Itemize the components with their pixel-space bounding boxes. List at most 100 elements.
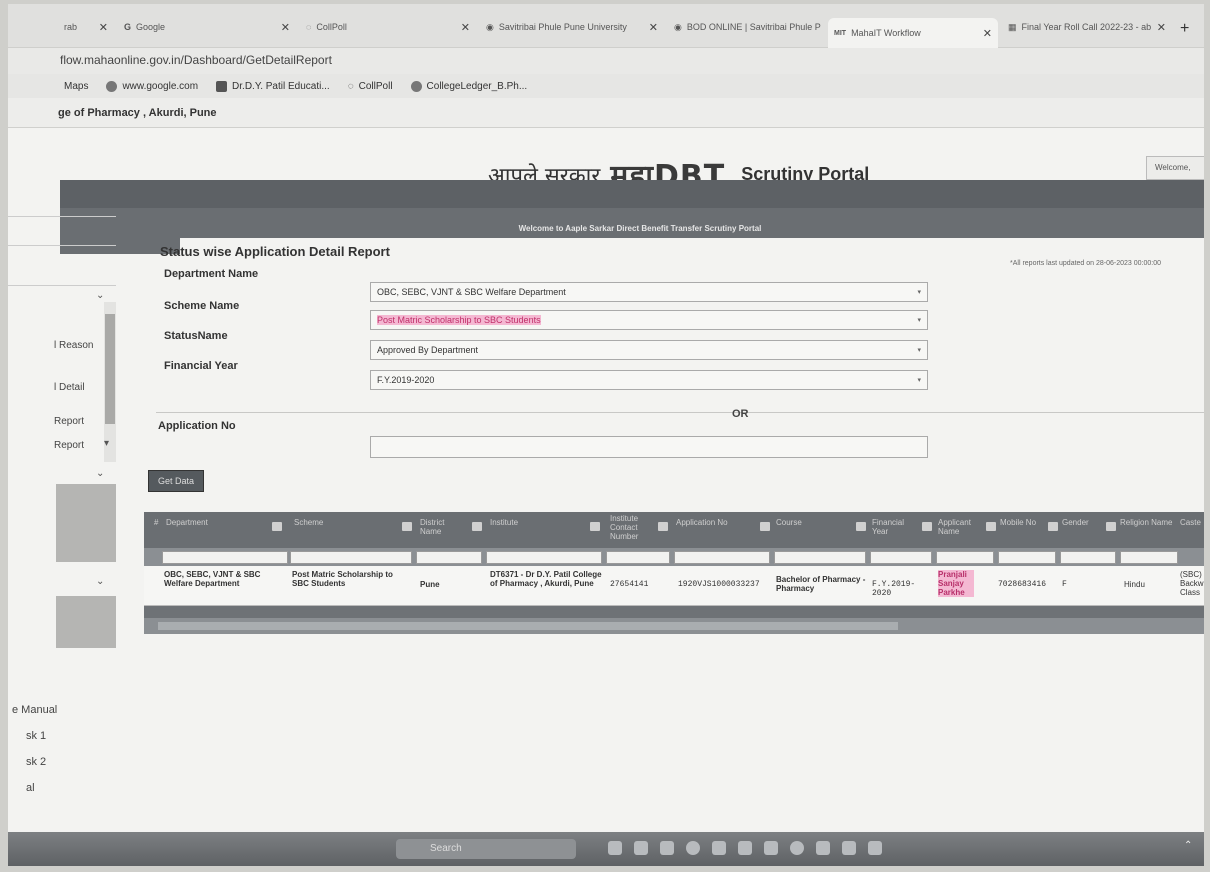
close-icon[interactable]: ✕ xyxy=(983,27,992,40)
tab-google[interactable]: G Google ✕ xyxy=(118,14,296,40)
scheme-select[interactable]: Post Matric Scholarship to SBC Students ▾ xyxy=(370,310,928,330)
bookmark-dypatil[interactable]: Dr.D.Y. Patil Educati... xyxy=(216,80,330,92)
column-header[interactable]: Course xyxy=(776,518,852,527)
chrome-icon xyxy=(106,80,118,92)
sidebar-item-detail[interactable]: l Detail xyxy=(54,382,85,393)
filter-icon[interactable] xyxy=(658,522,668,531)
status-select[interactable]: Approved By Department ▾ xyxy=(370,340,928,360)
tab-collpoll[interactable]: ◌ CollPoll ✕ xyxy=(300,14,476,40)
chevron-down-icon[interactable]: ⌄ xyxy=(96,576,104,587)
app-icon[interactable] xyxy=(816,841,830,855)
filter-icon[interactable] xyxy=(472,522,482,531)
financial-year-select[interactable]: F.Y.2019-2020 ▾ xyxy=(370,370,928,390)
sidebar-item-task-2[interactable]: sk 2 xyxy=(26,756,46,768)
store-icon[interactable] xyxy=(764,841,778,855)
column-header[interactable]: Department xyxy=(166,518,266,527)
chevron-down-icon[interactable]: ▾ xyxy=(104,438,109,449)
sidebar-item-other[interactable]: al xyxy=(26,782,35,794)
column-header[interactable]: Financial Year xyxy=(872,518,912,536)
sidebar-item-task-1[interactable]: sk 1 xyxy=(26,730,46,742)
bookmark-collpoll[interactable]: ◌ CollPoll xyxy=(348,81,393,92)
column-header[interactable]: Religion Name xyxy=(1120,518,1176,527)
address-bar[interactable]: flow.mahaonline.gov.in/Dashboard/GetDeta… xyxy=(8,48,1204,74)
bookmark-google[interactable]: www.google.com xyxy=(106,80,198,92)
chrome-icon xyxy=(410,80,422,92)
filter-input[interactable] xyxy=(674,551,770,564)
filter-icon[interactable] xyxy=(402,522,412,531)
column-header[interactable]: Institute xyxy=(490,518,580,527)
filter-icon[interactable] xyxy=(760,522,770,531)
column-header[interactable]: Scheme xyxy=(294,518,394,527)
grid-scroll-thumb[interactable] xyxy=(158,622,898,630)
sidebar-collapsed-group[interactable] xyxy=(56,596,116,648)
filter-input[interactable] xyxy=(486,551,602,564)
filter-input[interactable] xyxy=(870,551,932,564)
filter-input[interactable] xyxy=(290,551,412,564)
chrome-icon[interactable] xyxy=(790,841,804,855)
sidebar-block[interactable] xyxy=(8,252,116,286)
filter-icon[interactable] xyxy=(1048,522,1058,531)
folder-icon[interactable] xyxy=(738,841,752,855)
sidebar-scroll-thumb[interactable] xyxy=(105,314,115,424)
sidebar-block[interactable] xyxy=(8,216,116,246)
sidebar-item-report-2[interactable]: Report xyxy=(54,440,84,451)
filter-icon[interactable] xyxy=(272,522,282,531)
filter-icon[interactable] xyxy=(986,522,996,531)
table-row[interactable]: OBC, SEBC, VJNT & SBC Welfare Department… xyxy=(144,566,1204,606)
bookmark-maps[interactable]: Maps xyxy=(64,81,88,92)
new-tab-button[interactable]: + xyxy=(1180,20,1189,38)
taskbar-search[interactable]: Search xyxy=(396,839,576,859)
sidebar-collapsed-group[interactable] xyxy=(56,484,116,562)
sidebar-item-report[interactable]: Report xyxy=(54,416,84,427)
tab-1[interactable]: rab ✕ xyxy=(58,14,114,40)
chevron-up-icon[interactable]: ⌃ xyxy=(1184,840,1192,851)
column-header[interactable]: Application No xyxy=(676,518,756,527)
department-select[interactable]: OBC, SEBC, VJNT & SBC Welfare Department… xyxy=(370,282,928,302)
filter-input[interactable] xyxy=(606,551,670,564)
column-header[interactable]: District Name xyxy=(420,518,462,536)
column-header[interactable]: Institute Contact Number xyxy=(610,514,654,541)
filter-input[interactable] xyxy=(774,551,866,564)
file-icon[interactable] xyxy=(660,841,674,855)
chevron-down-icon[interactable]: ⌄ xyxy=(96,290,104,301)
column-header[interactable]: Applicant Name xyxy=(938,518,984,536)
application-no-input[interactable] xyxy=(370,436,928,458)
column-header[interactable]: Caste xyxy=(1180,518,1204,527)
filter-input[interactable] xyxy=(1120,551,1178,564)
filter-input[interactable] xyxy=(998,551,1056,564)
filter-input[interactable] xyxy=(416,551,482,564)
bookmark-collegeledger[interactable]: CollegeLedger_B.Ph... xyxy=(410,80,527,92)
filter-icon[interactable] xyxy=(922,522,932,531)
close-icon[interactable]: ✕ xyxy=(461,21,470,34)
app-icon[interactable] xyxy=(608,841,622,855)
tab-sppu[interactable]: ◉ Savitribai Phule Pune University ✕ xyxy=(480,14,664,40)
app-icon[interactable] xyxy=(842,841,856,855)
close-icon[interactable]: ✕ xyxy=(281,21,290,34)
app-icon[interactable] xyxy=(634,841,648,855)
column-header[interactable]: Mobile No xyxy=(1000,518,1050,527)
close-icon[interactable]: ✕ xyxy=(649,21,658,34)
chevron-down-icon[interactable]: ⌄ xyxy=(96,468,104,479)
sidebar-item-manual[interactable]: e Manual xyxy=(12,704,57,716)
app-icon[interactable] xyxy=(868,841,882,855)
get-data-button[interactable]: Get Data xyxy=(148,470,204,492)
edge-icon[interactable] xyxy=(686,841,700,855)
filter-icon[interactable] xyxy=(856,522,866,531)
close-icon[interactable]: ✕ xyxy=(99,21,108,34)
close-icon[interactable]: ✕ xyxy=(1157,21,1166,34)
filter-input[interactable] xyxy=(936,551,994,564)
welcome-user[interactable]: Welcome, xyxy=(1146,156,1204,180)
tab-mahait-workflow[interactable]: MIT MahaIT Workflow ✕ xyxy=(828,18,998,48)
mail-icon[interactable] xyxy=(712,841,726,855)
photographed-page: rab ✕ G Google ✕ ◌ CollPoll ✕ ◉ Savitribai Phu… xyxy=(8,4,1204,866)
sidebar-item-reason[interactable]: l Reason xyxy=(54,340,93,351)
tab-roll-call[interactable]: ▦ Final Year Roll Call 2022-23 - ab ✕ xyxy=(1002,14,1172,40)
url-text[interactable]: flow.mahaonline.gov.in/Dashboard/GetDeta… xyxy=(60,53,332,67)
filter-icon[interactable] xyxy=(590,522,600,531)
filter-input[interactable] xyxy=(1060,551,1116,564)
chevron-down-icon: ▾ xyxy=(917,289,921,296)
tab-bod-online[interactable]: ◉BOD ONLINE | Savitribai Phule P✕ xyxy=(668,14,826,40)
filter-icon[interactable] xyxy=(1106,522,1116,531)
filter-input[interactable] xyxy=(162,551,288,564)
column-header[interactable]: Gender xyxy=(1062,518,1102,527)
